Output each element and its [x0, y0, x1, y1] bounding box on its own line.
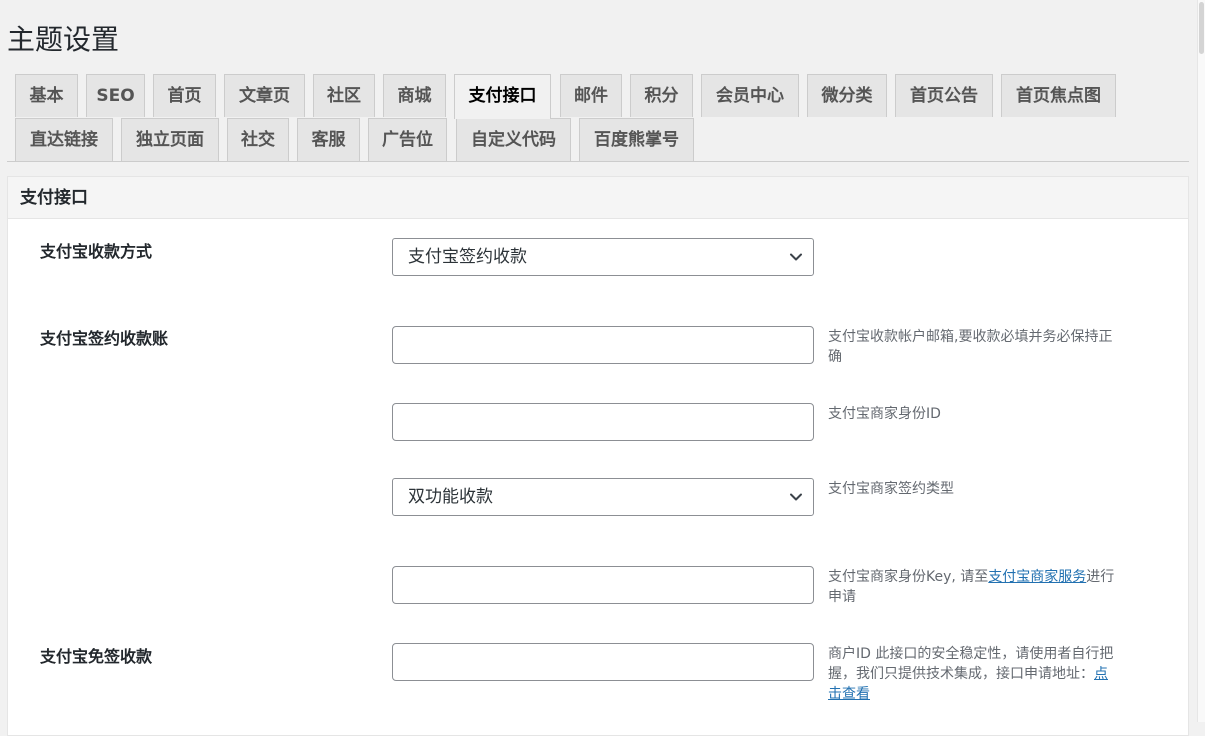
tab-home-slider[interactable]: 首页焦点图 [1001, 74, 1116, 117]
tab-customer-service[interactable]: 客服 [297, 118, 360, 161]
tab-baidu-xiongzhang[interactable]: 百度熊掌号 [579, 118, 694, 161]
tab-home-notice[interactable]: 首页公告 [895, 74, 993, 117]
tab-mail[interactable]: 邮件 [560, 74, 622, 117]
tab-direct-links[interactable]: 直达链接 [15, 118, 113, 161]
panel-title: 支付接口 [8, 177, 1188, 219]
alipay-partner-key-desc: 支付宝商家身份Key, 请至支付宝商家服务进行申请 [828, 567, 1120, 607]
alipay-method-label: 支付宝收款方式 [40, 242, 153, 261]
tabs-divider [7, 161, 1189, 162]
alipay-sign-type-value: 双功能收款 [408, 487, 493, 507]
alipay-sign-type-desc: 支付宝商家签约类型 [828, 481, 954, 497]
tab-custom-code[interactable]: 自定义代码 [456, 118, 571, 161]
alipay-merchant-service-link[interactable]: 支付宝商家服务 [988, 569, 1086, 585]
alipay-signed-account-label: 支付宝签约收款账 [40, 329, 169, 348]
chevron-down-icon [790, 253, 802, 261]
alipay-method-select[interactable]: 支付宝签约收款 [392, 238, 814, 276]
alipay-email-input[interactable] [392, 326, 814, 364]
payment-settings-panel: 支付接口 支付宝收款方式 支付宝签约收款 支付宝签约收款账 支付宝收款帐户邮箱,… [7, 176, 1189, 736]
scrollbar-thumb[interactable] [1199, 2, 1204, 54]
alipay-method-value: 支付宝签约收款 [408, 247, 527, 267]
alipay-free-sign-label: 支付宝免签收款 [40, 647, 153, 666]
tab-basic[interactable]: 基本 [15, 74, 78, 117]
tab-home[interactable]: 首页 [153, 74, 216, 117]
tab-micro-category[interactable]: 微分类 [807, 74, 887, 117]
alipay-partner-id-input[interactable] [392, 403, 814, 441]
alipay-merchant-id-input[interactable] [392, 643, 814, 681]
tab-member-center[interactable]: 会员中心 [701, 74, 799, 117]
page-title: 主题设置 [7, 23, 120, 56]
tab-article-page[interactable]: 文章页 [224, 74, 305, 117]
partner-key-desc-text: 支付宝商家身份Key, 请至 [828, 569, 989, 585]
page-scrollbar[interactable] [1197, 0, 1205, 722]
chevron-down-icon [790, 493, 802, 501]
tab-social[interactable]: 社交 [227, 118, 289, 161]
tab-points[interactable]: 积分 [630, 74, 693, 117]
alipay-merchant-id-desc: 商户ID 此接口的安全稳定性，请使用者自行把握，我们只提供技术集成，接口申请地址… [828, 644, 1120, 704]
alipay-sign-type-select[interactable]: 双功能收款 [392, 478, 814, 516]
tab-ad-slots[interactable]: 广告位 [368, 118, 447, 161]
tab-standalone-pages[interactable]: 独立页面 [121, 118, 219, 161]
tab-shop[interactable]: 商城 [383, 74, 446, 117]
merchant-id-desc-text: 商户ID 此接口的安全稳定性，请使用者自行把握，我们只提供技术集成，接口申请地址… [828, 646, 1114, 682]
tab-payment[interactable]: 支付接口 [454, 74, 551, 119]
alipay-partner-key-input[interactable] [392, 566, 814, 604]
alipay-partner-id-desc: 支付宝商家身份ID [828, 406, 941, 422]
tab-seo[interactable]: SEO [86, 74, 145, 117]
tab-community[interactable]: 社区 [313, 74, 375, 117]
alipay-email-desc: 支付宝收款帐户邮箱,要收款必填并务必保持正确 [828, 329, 1113, 365]
